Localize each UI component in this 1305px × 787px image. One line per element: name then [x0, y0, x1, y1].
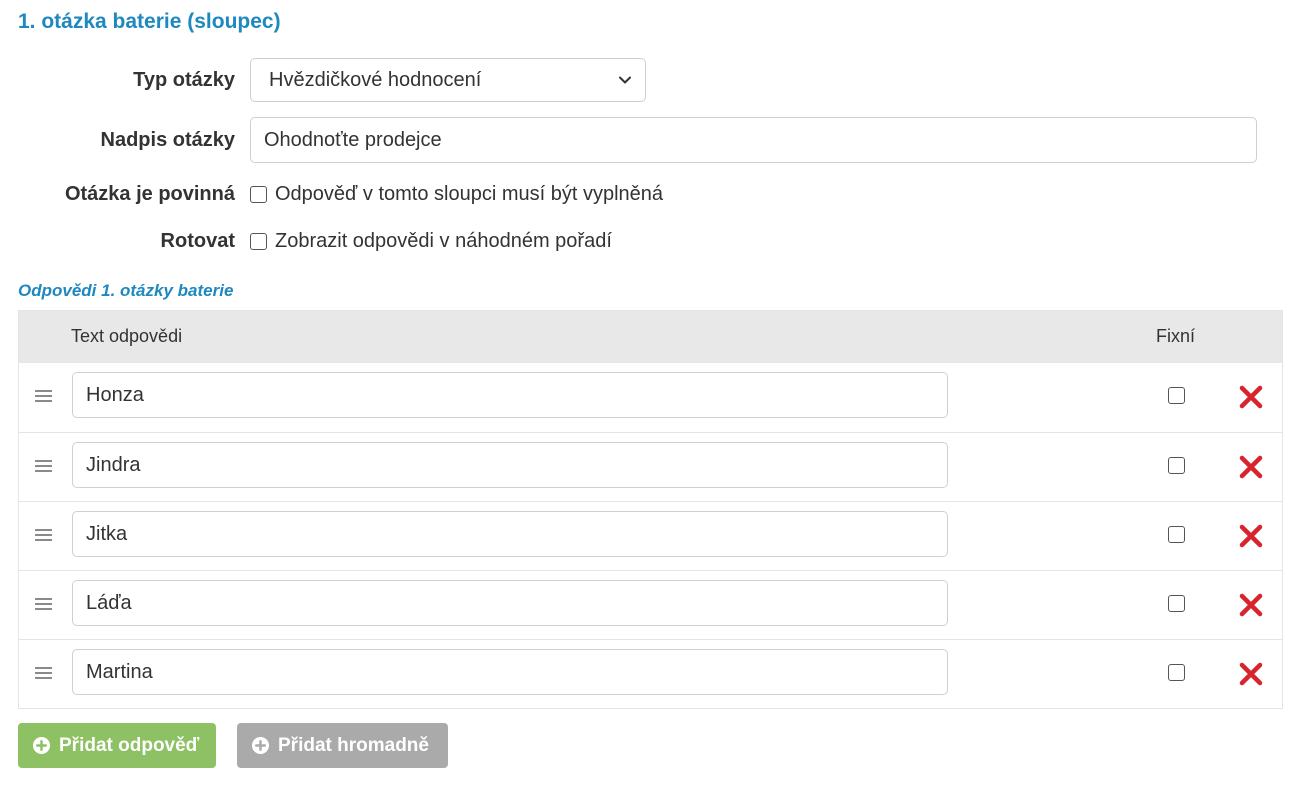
- required-row: Otázka je povinná Odpověď v tomto sloupc…: [0, 171, 1290, 217]
- drag-handle-icon[interactable]: [35, 460, 52, 473]
- add-bulk-label: Přidat hromadně: [278, 734, 429, 756]
- drag-handle-icon[interactable]: [35, 390, 52, 403]
- answer-text-input[interactable]: Jitka: [72, 511, 948, 557]
- answers-table: Text odpovědi Fixní Honza Jindra Jitka L…: [18, 310, 1283, 709]
- drag-handle-icon[interactable]: [35, 598, 52, 611]
- plus-circle-icon: [32, 736, 51, 755]
- question-type-row: Typ otázky Hvězdičkové hodnocení: [0, 57, 1290, 103]
- table-row: Láďa: [19, 570, 1282, 639]
- rotate-checkbox[interactable]: [250, 232, 267, 250]
- question-heading-label: Nadpis otázky: [100, 128, 235, 151]
- answers-rows: Honza Jindra Jitka Láďa Martina: [19, 363, 1282, 708]
- required-checkbox[interactable]: [250, 185, 267, 203]
- answer-text-input[interactable]: Honza: [72, 372, 948, 418]
- chevron-down-icon: [619, 76, 631, 84]
- table-row: Jitka: [19, 501, 1282, 570]
- column-header-fixed: Fixní: [1156, 326, 1196, 346]
- required-checkbox-label[interactable]: Odpověď v tomto sloupci musí být vyplněn…: [275, 183, 663, 206]
- rotate-row: Rotovat Zobrazit odpovědi v náhodném poř…: [0, 218, 1290, 264]
- answers-table-header: Text odpovědi Fixní: [19, 311, 1282, 363]
- answer-text-input[interactable]: Jindra: [72, 442, 948, 488]
- rotate-checkbox-label[interactable]: Zobrazit odpovědi v náhodném pořadí: [275, 230, 612, 253]
- plus-circle-icon: [251, 736, 270, 755]
- fixed-checkbox[interactable]: [1168, 595, 1185, 612]
- question-type-select[interactable]: Hvězdičkové hodnocení: [250, 58, 646, 102]
- fixed-checkbox[interactable]: [1168, 526, 1185, 543]
- question-heading-input[interactable]: Ohodnoťte prodejce: [250, 117, 1257, 163]
- question-type-label: Typ otázky: [133, 68, 235, 91]
- answer-text-input[interactable]: Láďa: [72, 580, 948, 626]
- add-answer-label: Přidat odpověď: [59, 734, 200, 756]
- fixed-checkbox[interactable]: [1168, 457, 1185, 474]
- drag-handle-icon[interactable]: [35, 529, 52, 542]
- question-type-value: Hvězdičkové hodnocení: [269, 68, 482, 91]
- rotate-label: Rotovat: [160, 229, 235, 252]
- add-bulk-button[interactable]: Přidat hromadně: [237, 723, 448, 768]
- table-row: Honza: [19, 363, 1282, 432]
- delete-icon[interactable]: [1238, 592, 1264, 618]
- drag-handle-icon[interactable]: [35, 667, 52, 680]
- answer-text-input[interactable]: Martina: [72, 649, 948, 695]
- delete-icon[interactable]: [1238, 384, 1264, 410]
- delete-icon[interactable]: [1238, 523, 1264, 549]
- answers-heading: Odpovědi 1. otázky baterie: [18, 281, 234, 300]
- delete-icon[interactable]: [1238, 661, 1264, 687]
- fixed-checkbox[interactable]: [1168, 387, 1185, 404]
- table-row: Jindra: [19, 432, 1282, 501]
- table-row: Martina: [19, 639, 1282, 708]
- column-header-text: Text odpovědi: [71, 326, 183, 346]
- add-answer-button[interactable]: Přidat odpověď: [18, 723, 216, 768]
- delete-icon[interactable]: [1238, 454, 1264, 480]
- fixed-checkbox[interactable]: [1168, 664, 1185, 681]
- required-label: Otázka je povinná: [64, 182, 235, 205]
- question-heading-row: Nadpis otázky Ohodnoťte prodejce: [0, 117, 1290, 163]
- section-title: 1. otázka baterie (sloupec): [18, 10, 281, 33]
